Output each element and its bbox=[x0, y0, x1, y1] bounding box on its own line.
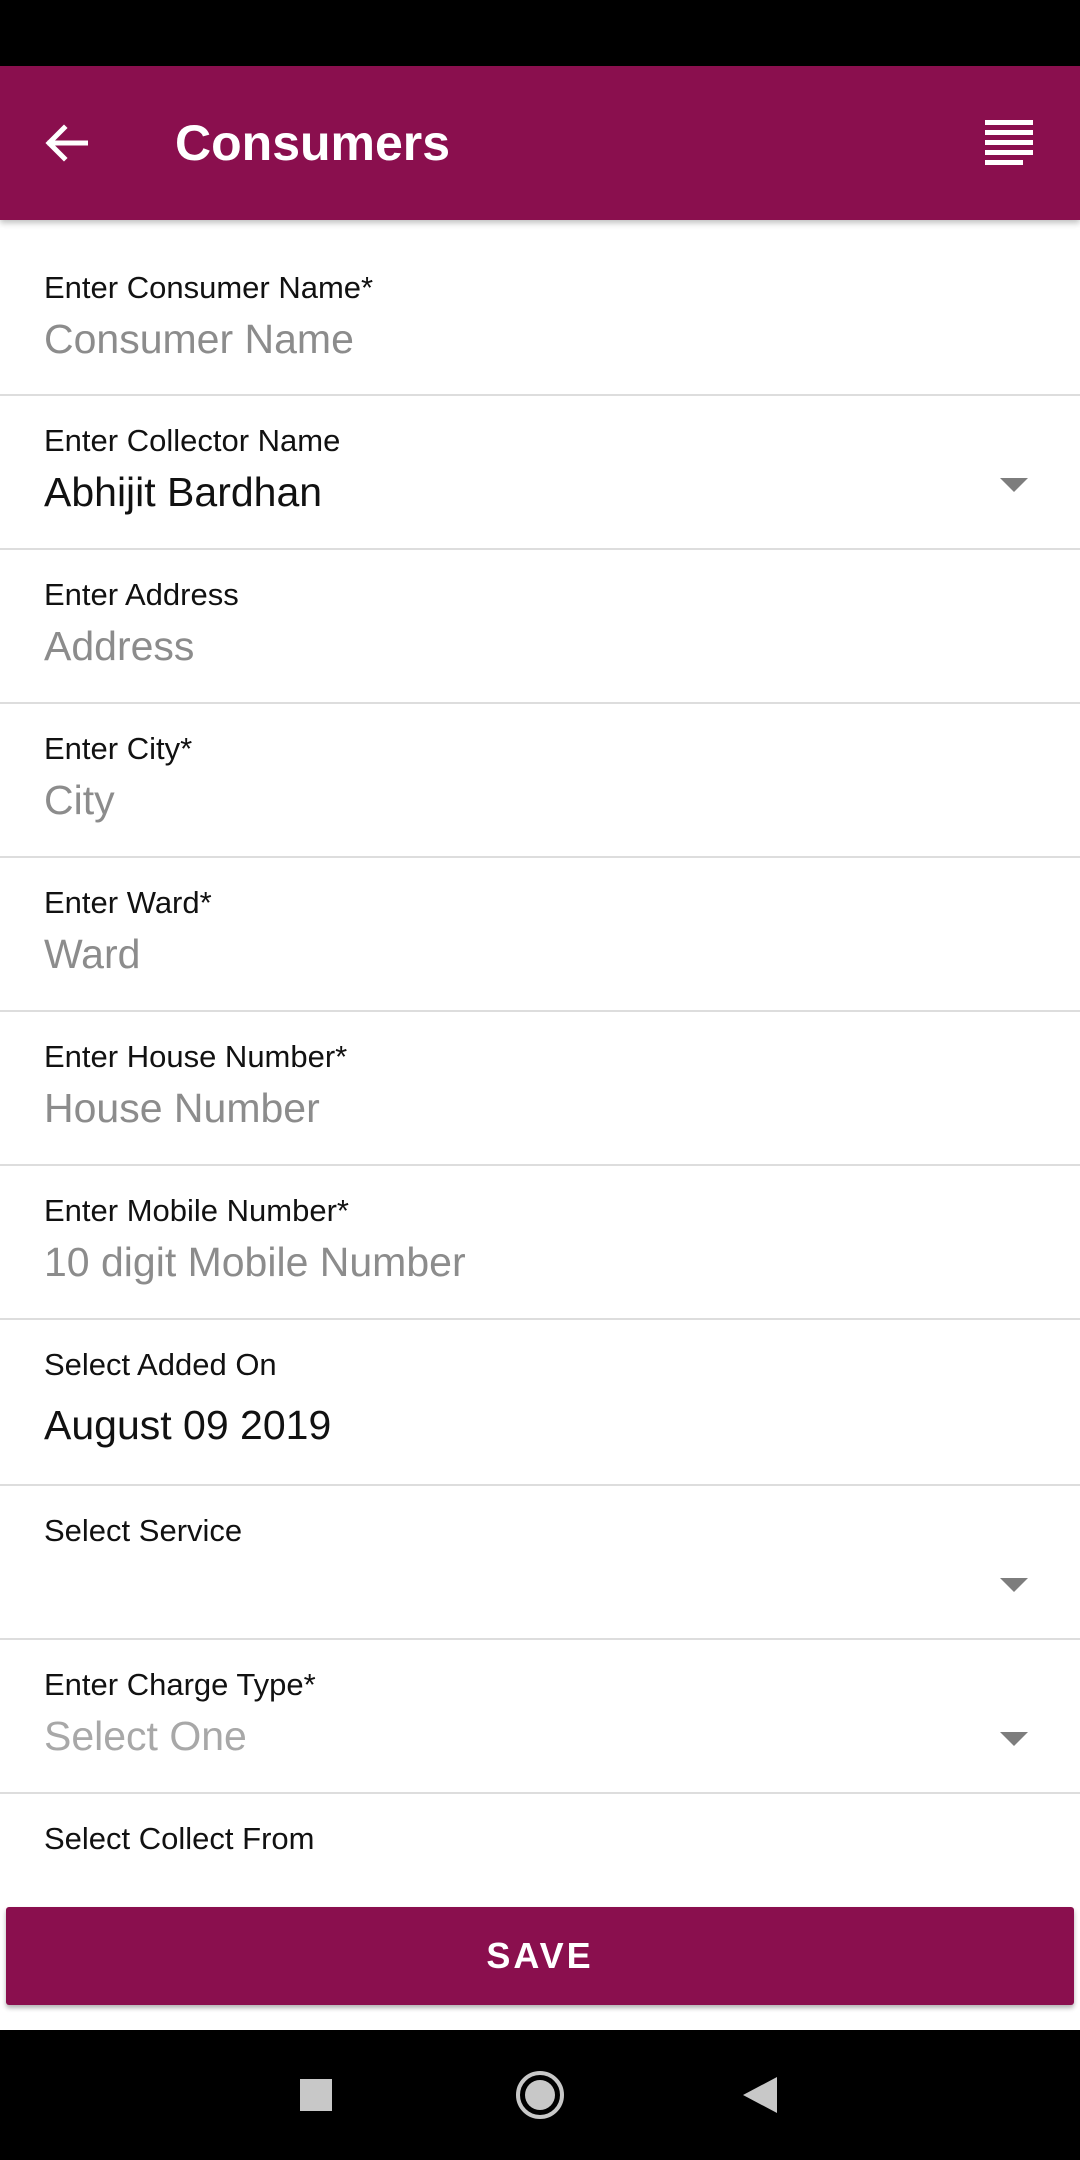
system-back-button[interactable] bbox=[720, 2055, 800, 2135]
ward-input[interactable]: Ward bbox=[44, 931, 140, 978]
charge-type-select[interactable]: Select One bbox=[44, 1713, 247, 1760]
address-field[interactable]: Enter Address Address bbox=[0, 550, 1080, 704]
back-button[interactable] bbox=[22, 99, 110, 187]
chevron-down-icon[interactable] bbox=[1000, 478, 1028, 492]
square-icon bbox=[300, 2079, 332, 2111]
consumer-form: Enter Consumer Name* Consumer Name Enter… bbox=[0, 220, 1080, 1880]
circle-home-icon bbox=[516, 2071, 564, 2119]
consumer-name-label: Enter Consumer Name* bbox=[44, 270, 374, 305]
arrow-left-icon bbox=[45, 124, 88, 162]
added-on-label: Select Added On bbox=[44, 1347, 277, 1382]
system-nav-bar bbox=[0, 2030, 1080, 2160]
city-label: Enter City* bbox=[44, 731, 193, 766]
page-title: Consumers bbox=[175, 115, 451, 171]
chevron-down-icon[interactable] bbox=[1000, 1578, 1028, 1592]
mobile-number-field[interactable]: Enter Mobile Number* 10 digit Mobile Num… bbox=[0, 1166, 1080, 1320]
collector-name-field[interactable]: Enter Collector Name Abhijit Bardhan bbox=[0, 396, 1080, 550]
ward-field[interactable]: Enter Ward* Ward bbox=[0, 858, 1080, 1012]
save-bar: SAVE bbox=[0, 1880, 1080, 2030]
consumer-name-input[interactable]: Consumer Name bbox=[44, 316, 354, 363]
home-button[interactable] bbox=[500, 2055, 580, 2135]
mobile-number-label: Enter Mobile Number* bbox=[44, 1193, 349, 1228]
address-input[interactable]: Address bbox=[44, 623, 194, 670]
house-number-input[interactable]: House Number bbox=[44, 1085, 320, 1132]
menu-button[interactable] bbox=[964, 99, 1054, 187]
collect-from-label: Select Collect From bbox=[44, 1821, 315, 1856]
mobile-number-input[interactable]: 10 digit Mobile Number bbox=[44, 1239, 466, 1286]
collector-name-label: Enter Collector Name bbox=[44, 423, 341, 458]
charge-type-label: Enter Charge Type* bbox=[44, 1667, 316, 1702]
city-input[interactable]: City bbox=[44, 777, 115, 824]
added-on-date-picker[interactable]: August 09 2019 bbox=[44, 1402, 331, 1449]
collect-from-field[interactable]: Select Collect From bbox=[0, 1794, 1080, 1880]
triangle-back-icon bbox=[743, 2077, 777, 2113]
status-bar bbox=[0, 0, 1080, 66]
save-button[interactable]: SAVE bbox=[6, 1907, 1074, 2005]
house-number-field[interactable]: Enter House Number* House Number bbox=[0, 1012, 1080, 1166]
address-label: Enter Address bbox=[44, 577, 239, 612]
charge-type-field[interactable]: Enter Charge Type* Select One bbox=[0, 1640, 1080, 1794]
added-on-field[interactable]: Select Added On August 09 2019 bbox=[0, 1320, 1080, 1486]
service-label: Select Service bbox=[44, 1513, 243, 1548]
house-number-label: Enter House Number* bbox=[44, 1039, 348, 1074]
recents-button[interactable] bbox=[276, 2055, 356, 2135]
chevron-down-icon[interactable] bbox=[1000, 1732, 1028, 1746]
service-field[interactable]: Select Service bbox=[0, 1486, 1080, 1640]
collector-name-select[interactable]: Abhijit Bardhan bbox=[44, 469, 322, 516]
app-bar: Consumers bbox=[0, 66, 1080, 220]
menu-lines-icon bbox=[985, 120, 1033, 165]
city-field[interactable]: Enter City* City bbox=[0, 704, 1080, 858]
ward-label: Enter Ward* bbox=[44, 885, 212, 920]
consumer-name-field[interactable]: Enter Consumer Name* Consumer Name bbox=[0, 220, 1080, 396]
